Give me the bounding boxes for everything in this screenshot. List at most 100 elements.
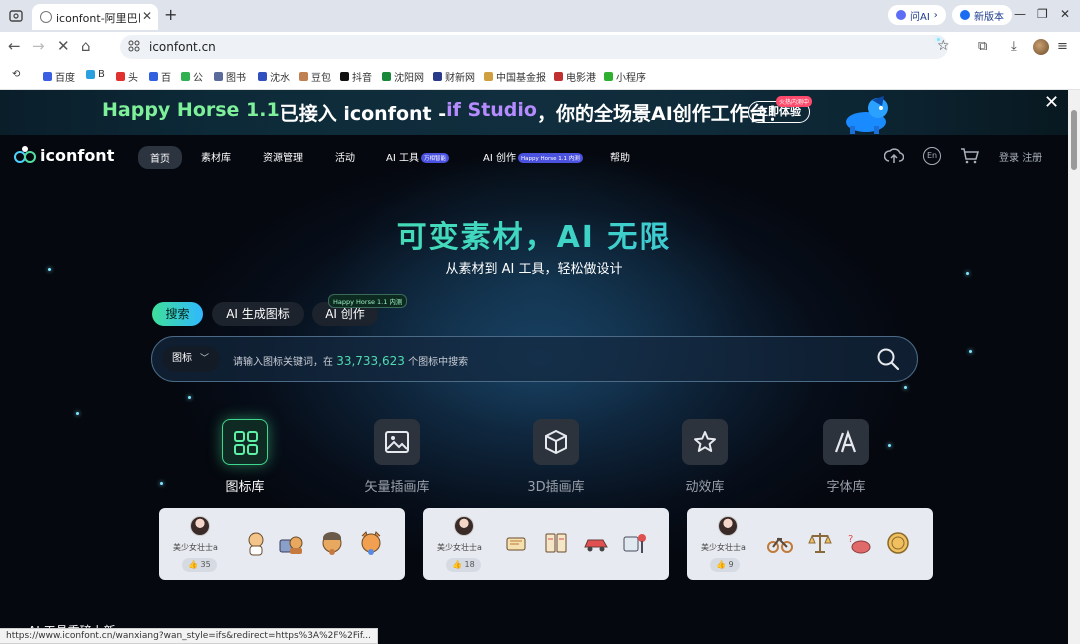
login-link[interactable]: 登录	[999, 153, 1019, 164]
nav-assets[interactable]: 素材库	[201, 149, 231, 164]
bicycle-icon[interactable]	[767, 530, 793, 556]
avatar[interactable]	[718, 516, 738, 536]
scrollbar-thumb[interactable]	[1071, 110, 1077, 170]
minimize-icon[interactable]: —	[1014, 7, 1026, 21]
ai-create-beta-badge: Happy Horse 1.1 内测	[328, 294, 408, 308]
bookmark-item[interactable]: 沈水	[258, 69, 290, 84]
tab-search[interactable]: 搜索	[152, 302, 203, 326]
address-bar[interactable]: iconfont.cn ☆	[120, 35, 950, 59]
bookmark-item[interactable]: 头	[116, 69, 138, 84]
extensions-icon[interactable]: ⧉	[978, 39, 987, 54]
folder-files-icon[interactable]	[543, 530, 569, 556]
card-username[interactable]: 美少女壮士a	[701, 542, 746, 553]
bookmark-star-icon[interactable]: ☆	[937, 38, 950, 54]
banner-product: Happy Horse 1.1	[102, 99, 280, 121]
site-header: iconfont 首页 素材库 资源管理 活动 AI 工具 万相智能 AI 创作 H…	[0, 135, 1068, 179]
browser-tab-active[interactable]: iconfont-阿里巴巴矢量图标库 ✕	[32, 4, 158, 30]
avatar[interactable]	[454, 516, 474, 536]
ask-ai-button[interactable]: 问AI ›	[888, 5, 946, 25]
like-count[interactable]: 👍 35	[182, 558, 217, 572]
register-link[interactable]: 注册	[1022, 153, 1042, 164]
search-input[interactable]: 请输入图标关键词，在 33,733,623 个图标中搜索	[233, 353, 468, 368]
bookmark-item[interactable]: 财新网	[433, 69, 475, 84]
icon-set-card[interactable]: 美少女壮士a 👍 18	[423, 508, 669, 580]
icon-count: 33,733,623	[336, 354, 405, 368]
bookmark-item[interactable]: 图书	[214, 69, 246, 84]
shiba-icon[interactable]	[358, 530, 384, 556]
bookmark-item[interactable]: 百	[149, 69, 171, 84]
scales-icon[interactable]	[807, 530, 833, 556]
banner-close-icon[interactable]: ✕	[1044, 92, 1059, 113]
search-type-select[interactable]: 图标 ﹀	[162, 346, 220, 372]
bookmark-item[interactable]: B	[86, 69, 105, 80]
tab-search-icon[interactable]	[8, 8, 24, 24]
bookmark-item[interactable]: 小程序	[604, 69, 646, 84]
question-purse-icon[interactable]: ?	[846, 530, 872, 556]
category-animation[interactable]: 动效库	[650, 419, 760, 495]
login-register[interactable]: 登录 注册	[999, 149, 1042, 164]
bookmarks-apps-icon[interactable]: ⟲	[12, 69, 20, 80]
bookmark-label: 沈水	[270, 73, 290, 84]
home-icon[interactable]: ⌂	[81, 37, 91, 55]
nav-activities[interactable]: 活动	[335, 149, 355, 164]
bookmark-item[interactable]: 百度	[43, 69, 75, 84]
nav-help[interactable]: 帮助	[610, 149, 630, 164]
category-vector-illustration[interactable]: 矢量插画库	[342, 419, 452, 495]
new-version-button[interactable]: 新版本	[952, 5, 1012, 25]
coin-icon[interactable]	[885, 530, 911, 556]
category-label: 图标库	[225, 480, 265, 495]
bookmark-item[interactable]: 公	[181, 69, 203, 84]
nav-ai-tools[interactable]: AI 工具 万相智能	[386, 149, 449, 164]
profile-avatar[interactable]	[1033, 39, 1049, 55]
promo-banner[interactable]: Happy Horse 1.1 已接入 iconfont - if Studio…	[0, 90, 1068, 135]
dog-with-robot-icon[interactable]	[278, 530, 304, 556]
card-username[interactable]: 美少女壮士a	[173, 542, 218, 553]
books-icon[interactable]	[504, 530, 530, 556]
bookmark-item[interactable]: 中国基金报	[484, 69, 546, 84]
tab-ai-generate-icon[interactable]: AI 生成图标	[212, 302, 304, 326]
svg-text:?: ?	[848, 534, 853, 545]
search-icon[interactable]	[876, 347, 900, 371]
nav-resource-management[interactable]: 资源管理	[263, 149, 303, 164]
icon-set-card[interactable]: 美少女壮士a 👍 9 ?	[687, 508, 933, 580]
menu-icon[interactable]: ≡	[1057, 39, 1068, 54]
stop-loading-icon[interactable]: ✕	[57, 37, 70, 55]
pilot-dog-icon[interactable]	[319, 530, 345, 556]
category-fonts[interactable]: 字体库	[791, 419, 901, 495]
like-count[interactable]: 👍 18	[446, 558, 481, 572]
category-icon-library[interactable]: 图标库	[190, 419, 300, 495]
nav-ai-create-label: AI 创作	[483, 153, 516, 164]
restore-icon[interactable]: ❐	[1037, 7, 1048, 21]
nav-ai-create[interactable]: AI 创作 Happy Horse 1.1 内测	[483, 149, 583, 164]
card-username[interactable]: 美少女壮士a	[437, 542, 482, 553]
iconfont-logo[interactable]: iconfont	[14, 145, 114, 165]
url-text[interactable]: iconfont.cn	[149, 40, 216, 54]
language-switch-icon[interactable]: En	[923, 147, 941, 165]
like-count[interactable]: 👍 9	[710, 558, 740, 572]
bookmark-label: 豆包	[311, 73, 331, 84]
icon-set-card[interactable]: 美少女壮士a 👍 35	[159, 508, 405, 580]
bus-stop-icon[interactable]	[621, 530, 647, 556]
nav-home[interactable]: 首页	[138, 146, 182, 169]
upload-icon[interactable]	[884, 147, 904, 165]
back-icon[interactable]: ←	[8, 37, 21, 55]
page-scrollbar[interactable]	[1068, 90, 1080, 644]
chevron-right-icon: ›	[933, 9, 938, 21]
tab-close-icon[interactable]: ✕	[142, 9, 152, 23]
car-icon[interactable]	[583, 530, 609, 556]
forward-icon[interactable]: →	[32, 37, 45, 55]
search-bar[interactable]: 图标 ﹀ 请输入图标关键词，在 33,733,623 个图标中搜索	[151, 336, 918, 382]
new-tab-button[interactable]: +	[164, 5, 177, 24]
avatar[interactable]	[190, 516, 210, 536]
site-info-icon[interactable]	[128, 40, 140, 52]
cart-icon[interactable]	[960, 147, 980, 165]
close-window-icon[interactable]: ✕	[1060, 7, 1070, 21]
bookmark-item[interactable]: 豆包	[299, 69, 331, 84]
sparkle-star-icon	[682, 419, 728, 465]
category-3d-illustration[interactable]: 3D插画库	[501, 419, 611, 495]
astronaut-dog-icon[interactable]	[243, 530, 269, 556]
bookmark-item[interactable]: 抖音	[340, 69, 372, 84]
download-icon[interactable]: ⤓	[1011, 39, 1017, 54]
bookmark-item[interactable]: 电影港	[554, 69, 596, 84]
bookmark-item[interactable]: 沈阳网	[382, 69, 424, 84]
